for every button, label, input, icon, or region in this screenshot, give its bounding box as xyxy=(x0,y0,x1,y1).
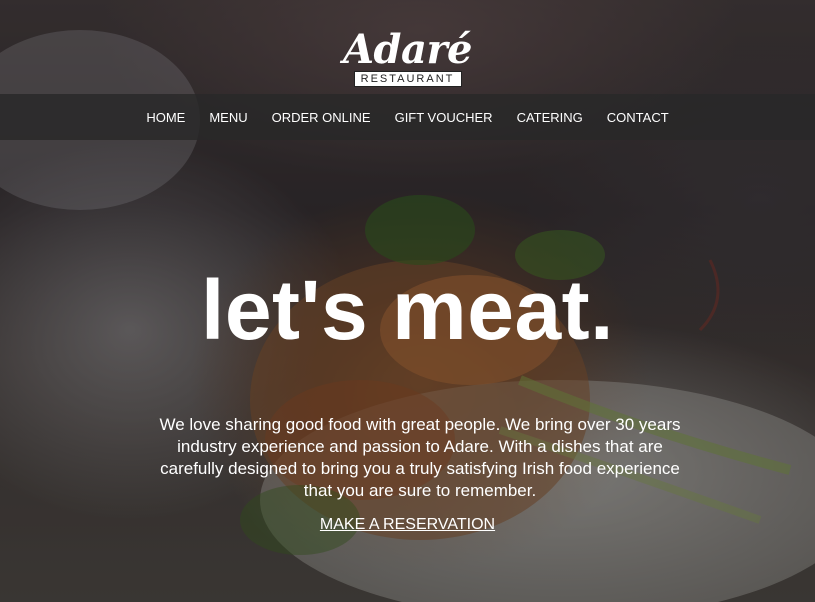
brand-tagline: RESTAURANT xyxy=(353,71,462,87)
nav-item-home[interactable]: HOME xyxy=(134,110,197,125)
hero-intro-text: We love sharing good food with great peo… xyxy=(159,415,681,500)
nav-item-contact[interactable]: CONTACT xyxy=(595,110,681,125)
hero-headline: let's meat. xyxy=(201,263,614,357)
brand-logo[interactable]: Adaré RESTAURANT xyxy=(0,30,815,87)
brand-name: Adaré xyxy=(343,26,472,73)
nav-item-catering[interactable]: CATERING xyxy=(505,110,595,125)
nav-item-order-online[interactable]: ORDER ONLINE xyxy=(260,110,383,125)
main-nav: HOME MENU ORDER ONLINE GIFT VOUCHER CATE… xyxy=(0,94,815,140)
cta-container: MAKE A RESERVATION xyxy=(0,516,815,534)
hero-section: Adaré RESTAURANT HOME MENU ORDER ONLINE … xyxy=(0,0,815,602)
nav-item-gift-voucher[interactable]: GIFT VOUCHER xyxy=(383,110,505,125)
make-reservation-link[interactable]: MAKE A RESERVATION xyxy=(320,516,495,533)
nav-item-menu[interactable]: MENU xyxy=(197,110,259,125)
